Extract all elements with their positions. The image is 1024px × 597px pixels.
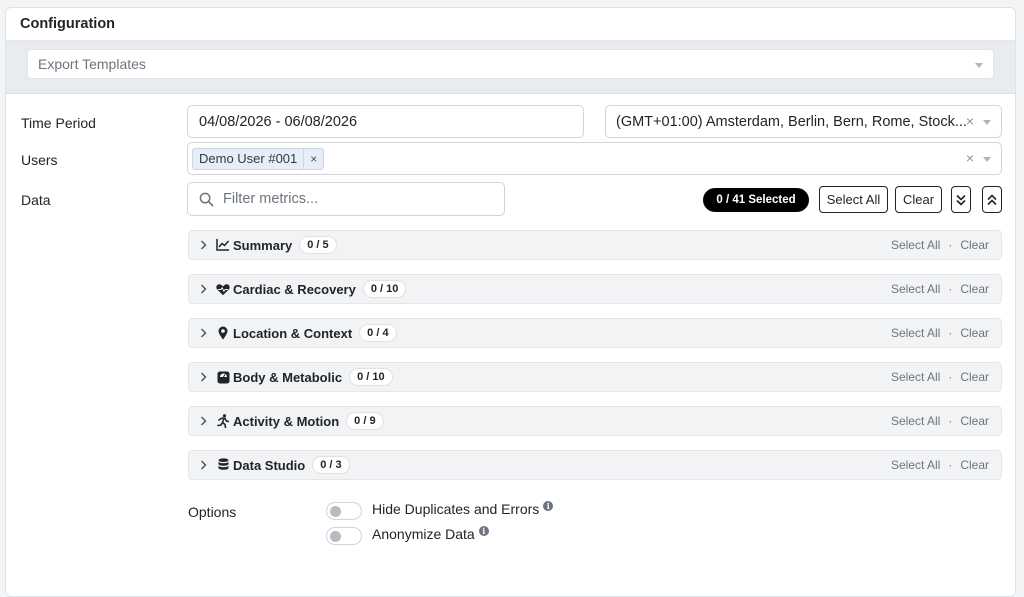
- group-title: Body & Metabolic: [233, 369, 343, 385]
- info-icon[interactable]: i: [543, 501, 554, 511]
- database-icon: [216, 458, 230, 472]
- chevron-right-icon: [200, 284, 210, 294]
- group-clear-link[interactable]: Clear: [960, 414, 989, 428]
- group-clear-link[interactable]: Clear: [960, 326, 989, 340]
- group-actions: Select All · Clear: [891, 370, 989, 384]
- scale-icon: [216, 370, 230, 384]
- group-count-badge: 0 / 10: [349, 368, 393, 386]
- chevron-right-icon: [200, 416, 210, 426]
- data-label: Data: [21, 192, 51, 208]
- group-select-all-link[interactable]: Select All: [891, 458, 940, 472]
- info-icon[interactable]: i: [478, 526, 489, 536]
- collapse-all-button[interactable]: [982, 186, 1002, 213]
- group-actions: Select All · Clear: [891, 458, 989, 472]
- separator: ·: [948, 238, 953, 252]
- options-label: Options: [188, 504, 237, 520]
- group-title: Activity & Motion: [233, 413, 340, 429]
- export-templates-placeholder: Export Templates: [38, 56, 146, 72]
- group-title: Cardiac & Recovery: [233, 281, 356, 297]
- group-count-badge: 0 / 9: [346, 412, 384, 430]
- anonymize-data-label: Anonymize Data: [372, 526, 475, 542]
- metric-group-summary[interactable]: Summary 0 / 5 Select All · Clear: [188, 230, 1002, 260]
- double-chevron-up-icon: [987, 193, 997, 205]
- timezone-clear-icon[interactable]: ×: [966, 113, 974, 129]
- anonymize-data-toggle[interactable]: [326, 527, 362, 545]
- group-count-badge: 0 / 5: [299, 236, 337, 254]
- anonymize-data-option: Anonymize Data i: [372, 526, 489, 542]
- timezone-value: (GMT+01:00) Amsterdam, Berlin, Bern, Rom…: [616, 113, 967, 130]
- hide-duplicates-option: Hide Duplicates and Errors i: [372, 501, 554, 517]
- search-icon: [199, 192, 214, 206]
- separator: ·: [948, 326, 953, 340]
- group-select-all-link[interactable]: Select All: [891, 414, 940, 428]
- select-all-button[interactable]: Select All: [819, 186, 888, 213]
- clear-button[interactable]: Clear: [895, 186, 942, 213]
- group-actions: Select All · Clear: [891, 282, 989, 296]
- hide-duplicates-label: Hide Duplicates and Errors: [372, 501, 540, 517]
- users-label: Users: [21, 152, 58, 168]
- group-title: Location & Context: [233, 325, 353, 341]
- double-chevron-down-icon: [956, 194, 966, 206]
- running-person-icon: [216, 414, 230, 428]
- configuration-card: Configuration Export Templates Time Peri…: [5, 7, 1016, 597]
- group-clear-link[interactable]: Clear: [960, 238, 989, 252]
- chevron-right-icon: [200, 240, 210, 250]
- users-select[interactable]: Demo User #001 × ×: [187, 142, 1002, 175]
- filter-metrics-input[interactable]: Filter metrics...: [187, 182, 505, 216]
- time-period-label: Time Period: [21, 115, 96, 131]
- card-title: Configuration: [6, 8, 1015, 41]
- group-count-badge: 0 / 4: [359, 324, 397, 342]
- filter-metrics-placeholder: Filter metrics...: [223, 191, 319, 207]
- expand-all-button[interactable]: [951, 186, 971, 213]
- time-period-value: 04/08/2026 - 06/08/2026: [199, 113, 358, 130]
- group-count-badge: 0 / 10: [362, 280, 407, 298]
- chart-line-icon: [216, 238, 230, 252]
- group-title: Data Studio: [233, 457, 306, 473]
- separator: ·: [948, 370, 953, 384]
- metric-group-cardiac-recovery[interactable]: Cardiac & Recovery 0 / 10 Select All · C…: [188, 274, 1002, 304]
- chevron-down-icon: [975, 63, 983, 68]
- selected-count-badge: 0 / 41 Selected: [703, 188, 809, 212]
- metric-group-data-studio[interactable]: Data Studio 0 / 3 Select All · Clear: [188, 450, 1002, 480]
- timezone-select[interactable]: (GMT+01:00) Amsterdam, Berlin, Bern, Rom…: [605, 105, 1002, 138]
- group-clear-link[interactable]: Clear: [960, 370, 989, 384]
- metric-group-activity-motion[interactable]: Activity & Motion 0 / 9 Select All · Cle…: [188, 406, 1002, 436]
- chevron-right-icon: [200, 460, 210, 470]
- group-count-badge: 0 / 3: [312, 456, 350, 474]
- export-templates-select[interactable]: Export Templates: [27, 49, 994, 79]
- group-actions: Select All · Clear: [891, 238, 989, 252]
- users-clear-icon[interactable]: ×: [966, 150, 974, 166]
- group-actions: Select All · Clear: [891, 326, 989, 340]
- group-title: Summary: [233, 237, 293, 253]
- separator: ·: [948, 414, 953, 428]
- group-select-all-link[interactable]: Select All: [891, 238, 940, 252]
- time-period-input[interactable]: 04/08/2026 - 06/08/2026: [187, 105, 584, 138]
- templates-bar: Export Templates: [6, 41, 1015, 94]
- heart-pulse-icon: [216, 282, 230, 296]
- group-clear-link[interactable]: Clear: [960, 458, 989, 472]
- hide-duplicates-toggle[interactable]: [326, 502, 362, 520]
- separator: ·: [948, 282, 953, 296]
- user-chip: Demo User #001 ×: [192, 147, 325, 170]
- remove-user-icon[interactable]: ×: [304, 152, 323, 166]
- metric-group-body-metabolic[interactable]: Body & Metabolic 0 / 10 Select All · Cle…: [188, 362, 1002, 392]
- metric-group-location-context[interactable]: Location & Context 0 / 4 Select All · Cl…: [188, 318, 1002, 348]
- chevron-down-icon[interactable]: [983, 157, 991, 162]
- group-select-all-link[interactable]: Select All: [891, 282, 940, 296]
- map-pin-icon: [216, 326, 230, 340]
- group-clear-link[interactable]: Clear: [960, 282, 989, 296]
- group-select-all-link[interactable]: Select All: [891, 370, 940, 384]
- separator: ·: [948, 458, 953, 472]
- user-chip-label: Demo User #001: [193, 148, 305, 169]
- chevron-right-icon: [200, 372, 210, 382]
- chevron-right-icon: [200, 328, 210, 338]
- chevron-down-icon[interactable]: [983, 120, 991, 125]
- group-select-all-link[interactable]: Select All: [891, 326, 940, 340]
- group-actions: Select All · Clear: [891, 414, 989, 428]
